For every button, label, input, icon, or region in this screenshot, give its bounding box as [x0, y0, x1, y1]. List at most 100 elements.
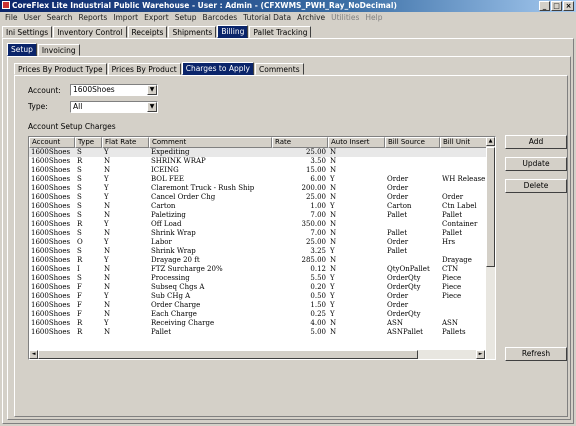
menu-user[interactable]: User [21, 12, 44, 24]
table-row[interactable]: 1600Shoes F N Each Charge 0.25 Y OrderQty [29, 310, 487, 319]
cell-auto-insert: Y [330, 202, 335, 210]
table-row[interactable]: 1600Shoes R Y Drayage 20 ft 285.00 N Drayage [29, 256, 487, 265]
table-row[interactable]: 1600Shoes S Y BOL FEE 6.00 Y Order WH Release [29, 175, 487, 184]
col-comment[interactable]: Comment [149, 137, 272, 148]
table-row[interactable]: 1600Shoes R N SHRINK WRAP 3.50 N [29, 157, 487, 166]
col-bill-unit[interactable]: Bill Unit [440, 137, 487, 148]
menu-archive[interactable]: Archive [294, 12, 328, 24]
menu-barcodes[interactable]: Barcodes [200, 12, 241, 24]
scroll-up-icon[interactable]: ▲ [486, 137, 495, 146]
cell-type: F [77, 310, 82, 318]
table-row[interactable]: 1600Shoes S N Shrink Wrap 7.00 N Pallet Pallet [29, 229, 487, 238]
table-row[interactable]: 1600Shoes S N ICEING 15.00 N [29, 166, 487, 175]
table-row[interactable]: 1600Shoes S Y Cancel Order Chg 25.00 N Order Or… [29, 193, 487, 202]
menu-file[interactable]: File [2, 12, 21, 24]
table-row[interactable]: 1600Shoes S Y Claremont Truck - Rush Ship 20… [29, 184, 487, 193]
charges-table[interactable]: Account Type Flat Rate Comment Rate Auto… [28, 136, 496, 360]
menu-search[interactable]: Search [44, 12, 76, 24]
col-type[interactable]: Type [75, 137, 102, 148]
cell-auto-insert: Y [330, 301, 335, 309]
add-button[interactable]: Add [505, 135, 567, 149]
horizontal-scrollbar[interactable]: ◄ ► [29, 350, 485, 359]
tab-invoicing[interactable]: Invoicing [37, 44, 80, 56]
cell-account: 1600Shoes [31, 319, 71, 327]
table-row[interactable]: 1600Shoes R N Pallet 5.00 N ASNPallet Pallets [29, 328, 487, 337]
tab-shipments[interactable]: Shipments [168, 26, 217, 38]
tab-ini-settings[interactable]: Ini Settings [2, 26, 53, 38]
cell-comment: Sub CHg A [151, 292, 191, 300]
table-row[interactable]: 1600Shoes R Y Receiving Charge 4.00 N ASN ASN [29, 319, 487, 328]
refresh-button[interactable]: Refresh [505, 347, 567, 361]
table-row[interactable]: 1600Shoes F Y Sub CHg A 0.50 Y Order Piece [29, 292, 487, 301]
update-button[interactable]: Update [505, 157, 567, 171]
col-auto-insert[interactable]: Auto Insert [328, 137, 385, 148]
cell-flat-rate: N [104, 301, 111, 309]
col-rate[interactable]: Rate [272, 137, 328, 148]
table-row[interactable]: 1600Shoes S N Processing 5.50 Y OrderQty Piece [29, 274, 487, 283]
cell-comment: Each Charge [151, 310, 197, 318]
col-account[interactable]: Account [29, 137, 75, 148]
delete-button[interactable]: Delete [505, 179, 567, 193]
tab-prices-by-product-type[interactable]: Prices By Product Type [14, 63, 107, 75]
table-row[interactable]: 1600Shoes S N Shrink Wrap 3.25 Y Pallet [29, 247, 487, 256]
cell-comment: Paletizing [151, 211, 186, 219]
table-row[interactable]: 1600Shoes S Y Expediting 25.00 N [29, 148, 487, 157]
table-row[interactable]: 1600Shoes F N Order Charge 1.50 Y Order [29, 301, 487, 310]
table-row[interactable]: 1600Shoes F N Subseq Chgs A 0.20 Y OrderQty Pie… [29, 283, 487, 292]
table-row[interactable]: 1600Shoes O Y Labor 25.00 N Order Hrs [29, 238, 487, 247]
tab-prices-by-product[interactable]: Prices By Product [107, 63, 181, 75]
cell-rate: 15.00 [305, 166, 326, 174]
menu-import[interactable]: Import [110, 12, 141, 24]
tab-inventory-control[interactable]: Inventory Control [53, 26, 127, 38]
cell-auto-insert: N [330, 265, 337, 273]
cell-rate: 0.50 [310, 292, 326, 300]
tab-charges-to-apply[interactable]: Charges to Apply [181, 62, 254, 75]
menu-tutorial-data[interactable]: Tutorial Data [240, 12, 294, 24]
minimize-button[interactable]: _ [539, 1, 550, 11]
cell-comment: Expediting [151, 148, 190, 156]
tab-comments[interactable]: Comments [255, 63, 304, 75]
chevron-down-icon[interactable]: ▼ [147, 102, 157, 112]
menu-reports[interactable]: Reports [75, 12, 110, 24]
account-select[interactable]: 1600Shoes ▼ [70, 84, 158, 96]
table-row[interactable]: 1600Shoes S N Carton 1.00 Y Carton Ctn Label [29, 202, 487, 211]
scroll-left-icon[interactable]: ◄ [29, 350, 38, 359]
menu-utilities[interactable]: Utilities [328, 12, 362, 24]
cell-rate: 0.12 [310, 265, 326, 273]
menu-export[interactable]: Export [141, 12, 172, 24]
tab-billing[interactable]: Billing [217, 25, 249, 38]
table-row[interactable]: 1600Shoes I N FTZ Surcharge 20% 0.12 N QtyOnPa… [29, 265, 487, 274]
cell-flat-rate: N [104, 328, 111, 336]
cell-account: 1600Shoes [31, 265, 71, 273]
col-flat-rate[interactable]: Flat Rate [102, 137, 149, 148]
horizontal-scroll-thumb[interactable] [38, 350, 418, 359]
cell-type: F [77, 292, 82, 300]
cell-bill-unit: ASN [442, 319, 458, 327]
menu-help[interactable]: Help [362, 12, 385, 24]
cell-bill-unit: Ctn Label [442, 202, 477, 210]
cell-auto-insert: Y [330, 175, 335, 183]
menu-setup[interactable]: Setup [172, 12, 200, 24]
table-row[interactable]: 1600Shoes R Y Off Load 350.00 N Container [29, 220, 487, 229]
maximize-button[interactable]: □ [551, 1, 562, 11]
chevron-down-icon[interactable]: ▼ [147, 85, 157, 95]
cell-type: I [77, 265, 80, 273]
type-select[interactable]: All ▼ [70, 101, 158, 113]
scroll-right-icon[interactable]: ► [476, 350, 485, 359]
cell-type: F [77, 301, 82, 309]
cell-bill-source: Pallet [387, 229, 408, 237]
cell-rate: 0.25 [310, 310, 326, 318]
table-row[interactable]: 1600Shoes S N Paletizing 7.00 N Pallet Pallet [29, 211, 487, 220]
tab-pallet-tracking[interactable]: Pallet Tracking [249, 26, 312, 38]
cell-type: S [77, 193, 82, 201]
tab-receipts[interactable]: Receipts [127, 26, 168, 38]
close-button[interactable]: × [563, 1, 574, 11]
tab-setup[interactable]: Setup [7, 43, 37, 56]
vertical-scrollbar[interactable]: ▲ [486, 137, 495, 359]
vertical-scroll-thumb[interactable] [486, 147, 495, 267]
cell-bill-source: Order [387, 184, 409, 192]
col-bill-source[interactable]: Bill Source [385, 137, 440, 148]
cell-bill-unit: Pallets [442, 328, 466, 336]
cell-auto-insert: N [330, 238, 337, 246]
cell-flat-rate: Y [104, 292, 109, 300]
